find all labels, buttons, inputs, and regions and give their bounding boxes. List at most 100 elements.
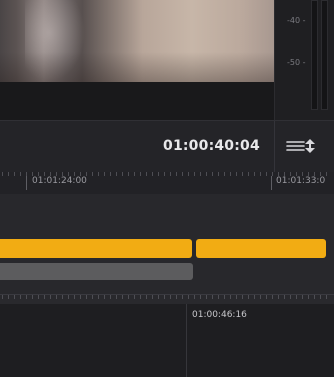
ruler-minor-tick (182, 295, 183, 299)
ruler-minor-tick (158, 172, 159, 176)
ruler-minor-tick (170, 172, 171, 176)
ruler-major-tick (271, 176, 272, 190)
track-height-button[interactable] (284, 134, 324, 158)
lower-timeline[interactable]: 01:00:46:16 (0, 304, 334, 377)
timeline-ruler[interactable]: 01:01:24:00 01:01:33:0 (0, 172, 334, 194)
ruler-minor-tick (20, 295, 21, 299)
meter-label-minus-40: -40 - (287, 16, 306, 25)
ruler-minor-tick (104, 295, 105, 299)
timeline-window: -40 - -50 - 01:00:40:04 01:01:24:00 01:0… (0, 0, 334, 377)
ruler-minor-tick (32, 172, 33, 176)
ruler-minor-tick (284, 295, 285, 299)
track-area[interactable] (0, 194, 334, 294)
video-clip-1[interactable] (0, 239, 192, 258)
ruler-minor-tick (182, 172, 183, 176)
ruler-minor-tick (74, 172, 75, 176)
ruler-minor-tick (296, 172, 297, 176)
ruler-minor-tick (170, 295, 171, 299)
ruler-minor-tick (320, 172, 321, 176)
ruler-minor-tick (8, 172, 9, 176)
ruler-minor-tick (104, 172, 105, 176)
audio-clip-1[interactable] (0, 263, 193, 280)
lower-timecode: 01:00:46:16 (192, 310, 247, 320)
ruler-minor-tick (218, 172, 219, 176)
ruler-minor-tick (92, 172, 93, 176)
ruler-minor-tick (68, 172, 69, 176)
ruler-minor-tick (272, 295, 273, 299)
ruler-minor-tick (20, 172, 21, 176)
ruler-minor-tick (134, 172, 135, 176)
ruler-minor-tick (2, 295, 3, 299)
ruler-minor-tick (236, 172, 237, 176)
ruler-minor-tick (200, 172, 201, 176)
ruler-minor-tick (92, 295, 93, 299)
ruler-minor-tick (206, 295, 207, 299)
ruler-minor-tick (116, 295, 117, 299)
ruler-minor-tick (314, 172, 315, 176)
meter-bar-right (321, 0, 328, 110)
ruler-minor-tick (62, 172, 63, 176)
ruler-minor-tick (56, 295, 57, 299)
ruler-minor-tick (146, 172, 147, 176)
ruler-minor-tick (86, 172, 87, 176)
ruler-major-tick (26, 176, 27, 190)
ruler-minor-tick (302, 172, 303, 176)
ruler-minor-tick (326, 295, 327, 299)
ruler-minor-tick (44, 172, 45, 176)
ruler-minor-tick (50, 295, 51, 299)
ruler-minor-tick (308, 295, 309, 299)
ruler-minor-tick (296, 295, 297, 299)
ruler-minor-tick (128, 295, 129, 299)
ruler-minor-tick (26, 172, 27, 176)
ruler-minor-tick (314, 295, 315, 299)
ruler-minor-tick (50, 172, 51, 176)
ruler-minor-tick (308, 172, 309, 176)
ruler-minor-tick (200, 295, 201, 299)
meter-label-minus-50: -50 - (287, 58, 306, 67)
ruler-minor-tick (188, 172, 189, 176)
ruler-minor-tick (266, 172, 267, 176)
ruler-minor-tick (128, 172, 129, 176)
ruler-minor-tick (212, 295, 213, 299)
ruler-minor-tick (230, 295, 231, 299)
ruler-minor-tick (146, 295, 147, 299)
ruler-minor-tick (2, 172, 3, 176)
ruler-minor-tick (302, 295, 303, 299)
toolbar-divider (274, 121, 275, 172)
ruler-minor-tick (260, 295, 261, 299)
ruler-minor-tick (110, 172, 111, 176)
playhead-timecode[interactable]: 01:00:40:04 (163, 138, 260, 154)
ruler-minor-tick (278, 295, 279, 299)
meter-bar-left (311, 0, 318, 110)
ruler-minor-tick (8, 295, 9, 299)
ruler-label-1: 01:01:24:00 (32, 176, 87, 186)
ruler-minor-tick (80, 172, 81, 176)
video-clip-2[interactable] (196, 239, 326, 258)
ruler-minor-tick (164, 172, 165, 176)
ruler-minor-tick (98, 295, 99, 299)
ruler-minor-tick (188, 295, 189, 299)
ruler-minor-tick (116, 172, 117, 176)
ruler-minor-tick (224, 295, 225, 299)
ruler-minor-tick (272, 172, 273, 176)
audio-meters: -40 - -50 - (274, 0, 334, 120)
ruler-minor-tick (254, 295, 255, 299)
ruler-minor-tick (68, 295, 69, 299)
ruler-minor-tick (278, 172, 279, 176)
ruler-minor-tick (290, 295, 291, 299)
ruler-minor-tick (176, 172, 177, 176)
ruler-minor-tick (32, 295, 33, 299)
video-preview[interactable] (0, 0, 274, 82)
ruler-minor-tick (38, 295, 39, 299)
ruler-minor-tick (206, 172, 207, 176)
ruler-minor-tick (14, 295, 15, 299)
ruler-minor-tick (194, 172, 195, 176)
viewer-panel[interactable] (0, 0, 274, 120)
marker-line (186, 304, 187, 377)
ruler-minor-tick (62, 295, 63, 299)
ruler-minor-tick (248, 172, 249, 176)
ruler-label-2: 01:01:33:0 (276, 176, 326, 186)
track-height-icon (286, 139, 315, 153)
ruler-minor-tick (284, 172, 285, 176)
ruler-minor-tick (230, 172, 231, 176)
